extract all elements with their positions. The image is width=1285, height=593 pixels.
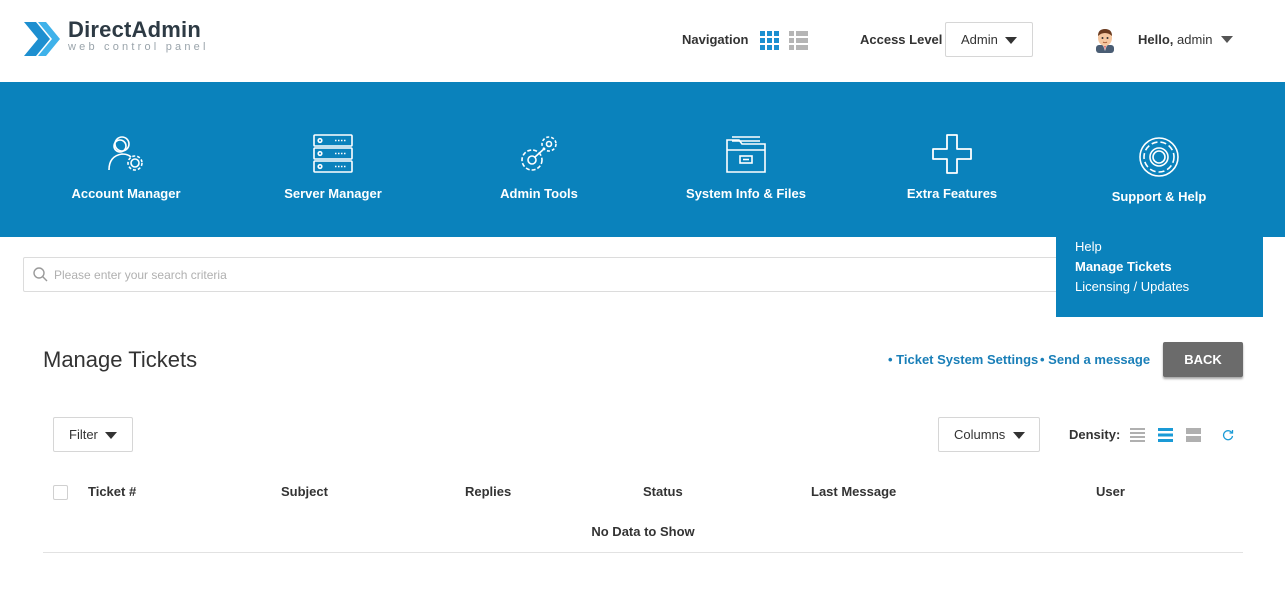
navigation-label: Navigation: [682, 32, 749, 47]
column-header-subject[interactable]: Subject: [281, 484, 328, 499]
greeting-text: Hello,: [1138, 32, 1174, 47]
access-level-label: Access Level: [860, 32, 943, 47]
table-divider: [43, 552, 1243, 553]
menu-admin-tools[interactable]: Admin Tools: [439, 132, 639, 201]
refresh-icon[interactable]: [1222, 429, 1234, 441]
column-header-user[interactable]: User: [1096, 484, 1125, 499]
menu-system-info-files-label: System Info & Files: [686, 186, 806, 201]
menu-extra-features-label: Extra Features: [906, 186, 998, 201]
access-level-select[interactable]: Admin: [945, 22, 1033, 57]
ticket-system-settings-link[interactable]: • Ticket System Settings: [888, 352, 1038, 367]
density-comfortable-icon[interactable]: [1186, 428, 1201, 442]
user-menu-chevron-icon[interactable]: [1221, 36, 1233, 43]
access-level-value: Admin: [961, 32, 998, 47]
chevron-down-icon: [105, 432, 117, 439]
username: admin: [1177, 32, 1213, 47]
top-header: DirectAdmin web control panel Navigation…: [0, 0, 1285, 82]
menu-system-info-files[interactable]: System Info & Files: [646, 132, 846, 201]
folder-files-icon: [726, 136, 766, 173]
chevron-down-icon: [1005, 37, 1017, 44]
account-gear-icon: [108, 136, 143, 171]
menu-support-help-label: Support & Help: [1111, 189, 1207, 204]
menu-extra-features[interactable]: Extra Features: [852, 132, 1052, 201]
select-all-checkbox[interactable]: [53, 485, 68, 500]
user-greeting[interactable]: Hello, admin: [1138, 32, 1212, 47]
filter-button[interactable]: Filter: [53, 417, 133, 452]
page-title: Manage Tickets: [43, 347, 198, 372]
logo[interactable]: DirectAdmin web control panel: [22, 18, 209, 60]
plus-icon: [932, 134, 972, 174]
back-button[interactable]: BACK: [1163, 342, 1243, 377]
column-header-ticket[interactable]: Ticket #: [88, 484, 136, 499]
density-compact-icon[interactable]: [1130, 428, 1145, 442]
support-help-dropdown: Support & Help Help Manage Tickets Licen…: [1056, 117, 1263, 317]
menu-account-manager[interactable]: Account Manager: [26, 132, 226, 201]
send-message-link[interactable]: • Send a message: [1040, 352, 1150, 367]
menu-server-manager-label: Server Manager: [284, 186, 382, 201]
columns-button[interactable]: Columns: [938, 417, 1040, 452]
directadmin-logo-icon: [24, 22, 60, 56]
menu-account-manager-label: Account Manager: [71, 186, 181, 201]
submenu-licensing-updates[interactable]: Licensing / Updates: [1075, 277, 1189, 297]
density-normal-icon[interactable]: [1158, 428, 1173, 442]
grid-view-icon[interactable]: [760, 31, 779, 50]
empty-table-message: No Data to Show: [591, 524, 695, 539]
support-submenu: Help Manage Tickets Licensing / Updates: [1075, 237, 1189, 297]
menu-admin-tools-label: Admin Tools: [500, 186, 578, 201]
column-header-status[interactable]: Status: [643, 484, 683, 499]
chevron-down-icon: [1013, 432, 1025, 439]
menu-server-manager[interactable]: Server Manager: [233, 132, 433, 201]
list-view-icon[interactable]: [789, 31, 808, 50]
submenu-manage-tickets[interactable]: Manage Tickets: [1075, 257, 1189, 277]
columns-label: Columns: [954, 427, 1006, 442]
logo-title: DirectAdmin: [68, 17, 201, 42]
column-header-last-message[interactable]: Last Message: [811, 484, 896, 499]
density-label: Density:: [1069, 427, 1121, 442]
menu-support-help[interactable]: Support & Help: [1059, 135, 1259, 204]
server-rack-icon: [313, 134, 353, 173]
search-icon: [33, 267, 48, 282]
logo-subtitle: web control panel: [68, 41, 209, 53]
user-avatar-icon[interactable]: [1094, 27, 1116, 53]
filter-label: Filter: [69, 427, 98, 442]
submenu-help[interactable]: Help: [1075, 237, 1189, 257]
search-input[interactable]: [54, 258, 954, 291]
admin-tools-gears-icon: [521, 136, 557, 171]
search-bar[interactable]: [23, 257, 1083, 292]
column-header-replies[interactable]: Replies: [465, 484, 511, 499]
lifebuoy-icon: [1139, 137, 1179, 177]
